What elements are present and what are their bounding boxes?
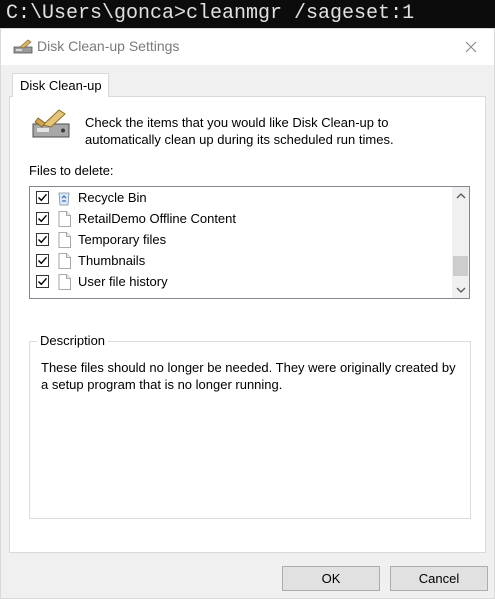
tab-disk-cleanup[interactable]: Disk Clean-up <box>12 73 109 97</box>
scroll-down-button[interactable] <box>452 281 469 298</box>
chevron-down-icon <box>456 287 465 293</box>
checkmark-icon <box>38 277 48 286</box>
list-item-label: Thumbnails <box>78 253 146 268</box>
checkmark-icon <box>38 256 48 265</box>
file-icon <box>56 231 72 248</box>
chevron-up-icon <box>456 192 465 198</box>
description-group: Description These files should no longer… <box>29 333 471 519</box>
files-to-delete-list[interactable]: Recycle Bin RetailDemo Offline Content T <box>29 186 470 299</box>
close-button[interactable] <box>448 29 494 65</box>
cancel-button[interactable]: Cancel <box>390 566 488 591</box>
intro-text: Check the items that you would like Disk… <box>85 115 394 147</box>
tab-panel: Check the items that you would like Disk… <box>9 96 486 553</box>
recycle-bin-icon <box>56 190 72 206</box>
disk-cleanup-settings-dialog: Disk Clean-up Settings Disk Clean-up Che… <box>0 28 495 599</box>
files-to-delete-label: Files to delete: <box>29 163 114 178</box>
checkbox-temporary-files[interactable] <box>36 233 49 246</box>
description-legend: Description <box>37 333 109 348</box>
checkbox-retaildemo-offline-content[interactable] <box>36 212 49 225</box>
checkmark-icon <box>38 214 48 223</box>
file-icon <box>56 252 72 269</box>
file-icon <box>56 273 72 290</box>
list-item-label: Recycle Bin <box>78 190 147 205</box>
ok-button[interactable]: OK <box>282 566 380 591</box>
file-icon <box>56 210 72 227</box>
close-icon <box>465 41 477 53</box>
checkmark-icon <box>38 235 48 244</box>
list-item-label: Temporary files <box>78 232 167 247</box>
description-text: These files should no longer be needed. … <box>41 360 456 392</box>
checkbox-thumbnails[interactable] <box>36 254 49 267</box>
list-scrollbar[interactable] <box>452 187 469 298</box>
console-command-line: C:\Users\gonca>cleanmgr /sageset:1 <box>0 0 495 28</box>
list-item-label: User file history <box>78 274 168 289</box>
list-item-label: RetailDemo Offline Content <box>78 211 237 226</box>
list-item-retaildemo-offline-content[interactable]: RetailDemo Offline Content <box>30 208 448 229</box>
list-item-user-file-history[interactable]: User file history <box>30 271 448 292</box>
checkbox-recycle-bin[interactable] <box>36 191 49 204</box>
scroll-thumb[interactable] <box>453 256 468 276</box>
scroll-up-button[interactable] <box>452 187 469 204</box>
list-item-temporary-files[interactable]: Temporary files <box>30 229 448 250</box>
checkbox-user-file-history[interactable] <box>36 275 49 288</box>
title-bar[interactable]: Disk Clean-up Settings <box>1 29 494 65</box>
list-item-recycle-bin[interactable]: Recycle Bin <box>30 187 448 208</box>
disk-cleanup-icon <box>32 109 70 138</box>
window-title: Disk Clean-up Settings <box>37 38 180 54</box>
list-item-thumbnails[interactable]: Thumbnails <box>30 250 448 271</box>
disk-cleanup-app-icon <box>13 39 33 54</box>
checkmark-icon <box>38 193 48 202</box>
